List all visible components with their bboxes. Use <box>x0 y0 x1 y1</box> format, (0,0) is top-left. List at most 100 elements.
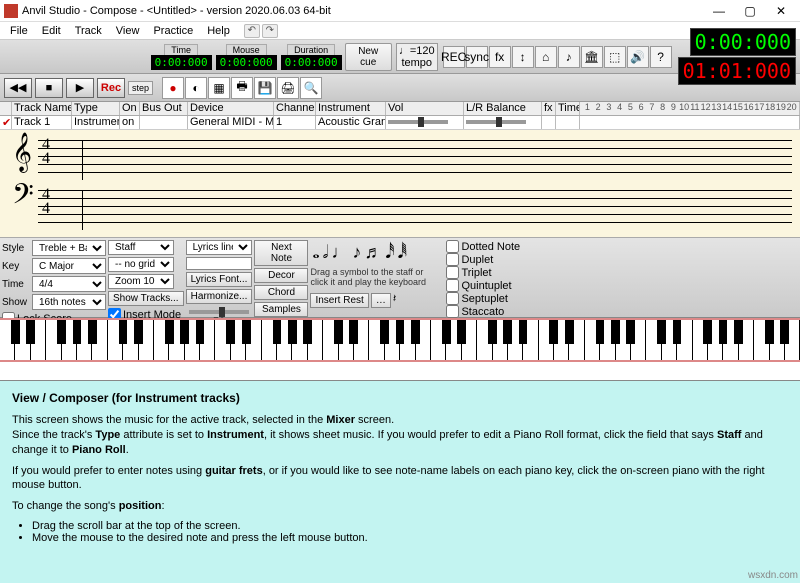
lyrics-input[interactable] <box>186 257 252 270</box>
chord-button[interactable]: Chord <box>254 285 308 300</box>
black-key[interactable] <box>165 320 174 344</box>
black-key[interactable] <box>734 320 743 344</box>
undo-button[interactable]: ↶ <box>244 24 260 38</box>
black-key[interactable] <box>549 320 558 344</box>
track-lane[interactable] <box>580 116 800 129</box>
track-time[interactable] <box>556 116 580 129</box>
rec-icon[interactable]: REC <box>443 46 465 68</box>
whole-note-icon[interactable]: 𝅝 <box>312 242 319 263</box>
col-device[interactable]: Device <box>188 102 274 115</box>
help-icon[interactable]: ? <box>650 46 672 68</box>
quarter-note-icon[interactable]: ♩ <box>331 242 349 263</box>
black-key[interactable] <box>396 320 405 344</box>
black-key[interactable] <box>11 320 20 344</box>
black-key[interactable] <box>73 320 82 344</box>
col-channel[interactable]: Channel <box>274 102 316 115</box>
piano-keyboard[interactable] <box>0 318 800 362</box>
zoom-select[interactable]: Zoom 100% <box>108 274 174 289</box>
col-vol[interactable]: Vol <box>386 102 464 115</box>
col-type[interactable]: Type <box>72 102 120 115</box>
menu-view[interactable]: View <box>110 23 146 39</box>
print-icon[interactable]: 🖨 <box>277 77 299 99</box>
lyrics-font-button[interactable]: Lyrics Font... <box>186 272 253 287</box>
black-key[interactable] <box>457 320 466 344</box>
half-note-icon[interactable]: 𝅗𝅥 <box>323 242 329 263</box>
samples-button[interactable]: Samples <box>254 302 308 317</box>
black-key[interactable] <box>26 320 35 344</box>
col-time[interactable]: Time <box>556 102 580 115</box>
black-key[interactable] <box>411 320 420 344</box>
track-bal-slider[interactable] <box>464 116 542 129</box>
track-instrument[interactable]: Acoustic Grand <box>316 116 386 129</box>
black-key[interactable] <box>196 320 205 344</box>
decor-button[interactable]: Decor <box>254 268 308 283</box>
thirtysecond-note-icon[interactable]: 𝅘𝅥𝅰 <box>385 242 394 263</box>
minimize-button[interactable]: — <box>704 2 734 20</box>
zoom-icon[interactable]: 🔍 <box>300 77 322 99</box>
col-busout[interactable]: Bus Out <box>140 102 188 115</box>
black-key[interactable] <box>119 320 128 344</box>
track-row[interactable]: ✔ Track 1 Instrument on General MIDI - M… <box>0 116 800 130</box>
new-cue-button[interactable]: New cue <box>345 43 392 71</box>
black-key[interactable] <box>242 320 251 344</box>
record-icon[interactable]: ● <box>162 77 184 99</box>
harmonize-button[interactable]: Harmonize... <box>186 289 253 304</box>
track-on[interactable]: on <box>120 116 140 129</box>
track-check[interactable]: ✔ <box>0 116 12 129</box>
metronome-icon[interactable]: ⌂ <box>535 46 557 68</box>
time-select[interactable]: 4/4 <box>32 276 106 292</box>
black-key[interactable] <box>88 320 97 344</box>
black-key[interactable] <box>780 320 789 344</box>
bass-staff[interactable]: 𝄢 44 <box>38 190 792 230</box>
track-vol-slider[interactable] <box>386 116 464 129</box>
rest-menu-button[interactable]: … <box>371 293 391 308</box>
col-fx[interactable]: fx <box>542 102 556 115</box>
rewind-button[interactable]: ◀◀ <box>4 78 32 98</box>
key-select[interactable]: C Major <box>32 258 106 274</box>
track-type[interactable]: Instrument <box>72 116 120 129</box>
redo-button[interactable]: ↷ <box>262 24 278 38</box>
black-key[interactable] <box>488 320 497 344</box>
menu-help[interactable]: Help <box>201 23 236 39</box>
save-icon[interactable]: 💾 <box>254 77 276 99</box>
track-bus[interactable] <box>140 116 188 129</box>
grid2-icon[interactable]: ▦ <box>208 77 230 99</box>
col-trackname[interactable]: Track Name <box>12 102 72 115</box>
col-on[interactable]: On <box>120 102 140 115</box>
menu-track[interactable]: Track <box>69 23 108 39</box>
play-button[interactable]: ▶ <box>66 78 94 98</box>
guitar-link[interactable]: guitar frets <box>205 465 262 477</box>
black-key[interactable] <box>565 320 574 344</box>
black-key[interactable] <box>519 320 528 344</box>
black-key[interactable] <box>334 320 343 344</box>
black-key[interactable] <box>673 320 682 344</box>
black-key[interactable] <box>226 320 235 344</box>
folder-icon[interactable]: 🖶 <box>231 77 253 99</box>
black-key[interactable] <box>134 320 143 344</box>
staff-select[interactable]: Staff <box>108 240 174 255</box>
sync-icon[interactable]: sync <box>466 46 488 68</box>
black-key[interactable] <box>288 320 297 344</box>
black-key[interactable] <box>719 320 728 344</box>
loop-icon[interactable]: ◐ <box>185 77 207 99</box>
track-name[interactable]: Track 1 <box>12 116 72 129</box>
track-channel[interactable]: 1 <box>274 116 316 129</box>
black-key[interactable] <box>596 320 605 344</box>
style-select[interactable]: Treble + Bass <box>32 240 106 256</box>
black-key[interactable] <box>273 320 282 344</box>
eighth-note-icon[interactable]: ♪ <box>352 242 361 263</box>
duplet-check[interactable] <box>446 253 459 266</box>
next-note-button[interactable]: Next Note <box>254 240 308 266</box>
grid-select[interactable]: -- no grid -- <box>108 257 174 272</box>
menu-edit[interactable]: Edit <box>36 23 67 39</box>
grid-icon[interactable]: ⬚ <box>604 46 626 68</box>
black-key[interactable] <box>442 320 451 344</box>
triplet-check[interactable] <box>446 266 459 279</box>
staccato-check[interactable] <box>446 305 459 318</box>
close-button[interactable]: ✕ <box>766 2 796 20</box>
dotted-check[interactable] <box>446 240 459 253</box>
black-key[interactable] <box>303 320 312 344</box>
stop-button[interactable]: ■ <box>35 78 63 98</box>
insert-rest-button[interactable]: Insert Rest <box>310 293 368 308</box>
septuplet-check[interactable] <box>446 292 459 305</box>
